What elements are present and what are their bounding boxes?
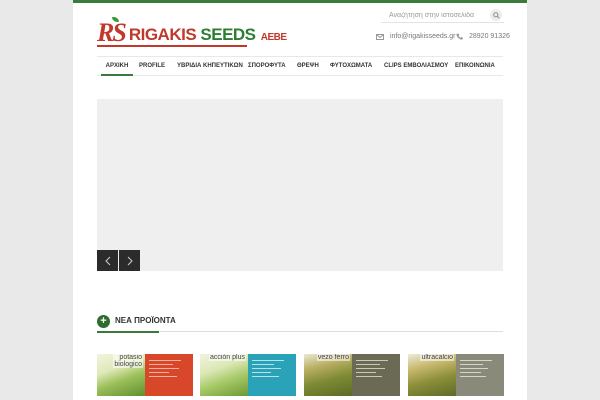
nav-item-seedlings[interactable]: ΣΠΟΡΟΦΥΤΑ — [248, 57, 286, 76]
main-navigation: ΑΡΧΙΚΗ PROFILE ΥΒΡΙΔΙΑ ΚΗΠΕΥΤΙΚΩΝ ΣΠΟΡΟΦ… — [97, 56, 503, 76]
product-label-panel — [145, 354, 193, 396]
product-name: acción plus — [208, 354, 246, 361]
search-input[interactable] — [381, 8, 481, 22]
new-products-header: + ΝΕΑ ΠΡΟΪΟΝΤΑ — [97, 314, 503, 333]
product-name: ultracalcio — [420, 354, 454, 361]
logo-word-rigakis: RIGAKIS — [128, 25, 197, 44]
product-label-panel — [352, 354, 400, 396]
section-title: ΝΕΑ ΠΡΟΪΟΝΤΑ — [115, 316, 176, 325]
slider-next-button[interactable] — [119, 250, 140, 271]
product-card-accion-plus[interactable]: acción plus — [200, 354, 296, 396]
logo-text: RIGAKIS SEEDS ΑΕΒΕ — [129, 26, 287, 46]
site-logo[interactable]: RS RIGAKIS SEEDS ΑΕΒΕ — [97, 17, 287, 47]
contact-phone[interactable]: 28920 91326 — [456, 33, 510, 40]
section-title-underline — [97, 331, 159, 333]
nav-item-vegetable-hybrids[interactable]: ΥΒΡΙΔΙΑ ΚΗΠΕΥΤΙΚΩΝ — [177, 57, 243, 76]
phone-text: 28920 91326 — [469, 33, 510, 40]
search-box — [381, 8, 504, 23]
product-card-vezo-ferro[interactable]: vezo ferro — [304, 354, 400, 396]
chevron-right-icon — [127, 256, 133, 265]
page-container: RS RIGAKIS SEEDS ΑΕΒΕ info@rigakisseeds.… — [73, 0, 527, 400]
product-card-potasio[interactable]: potasio biologico — [97, 354, 193, 396]
chevron-left-icon — [104, 256, 110, 265]
product-label-panel — [248, 354, 296, 396]
product-label-panel — [456, 354, 504, 396]
envelope-icon — [376, 33, 384, 40]
logo-mark: RS — [97, 17, 127, 47]
product-name: vezo ferro — [316, 354, 350, 361]
nav-item-nutrition[interactable]: ΘΡΕΨΗ — [297, 57, 319, 76]
slider-prev-button[interactable] — [97, 250, 118, 271]
email-text: info@rigakisseeds.gr — [390, 33, 456, 40]
logo-mark-text: RS — [97, 18, 127, 47]
nav-item-soils[interactable]: ΦΥΤΟΧΩΜΑΤΑ — [330, 57, 372, 76]
logo-word-aebe: ΑΕΒΕ — [260, 32, 287, 43]
nav-item-grafting-clips[interactable]: CLIPS ΕΜΒΟΛΙΑΣΜΟΥ — [384, 57, 448, 76]
phone-icon — [456, 33, 463, 40]
plus-icon: + — [97, 315, 110, 328]
product-name: potasio biologico — [113, 354, 143, 368]
nav-item-contact[interactable]: ΕΠΙΚΟΙΝΩΝΙΑ — [455, 57, 495, 76]
hero-slider — [97, 99, 503, 271]
logo-underline — [97, 45, 247, 47]
contact-email[interactable]: info@rigakisseeds.gr — [376, 33, 455, 40]
search-button[interactable] — [490, 9, 502, 21]
search-icon — [492, 11, 500, 19]
nav-item-home[interactable]: ΑΡΧΙΚΗ — [101, 57, 133, 76]
logo-word-seeds: SEEDS — [200, 25, 256, 44]
product-card-ultracalcio[interactable]: ultracalcio — [408, 354, 504, 396]
nav-item-profile[interactable]: PROFILE — [139, 57, 165, 76]
